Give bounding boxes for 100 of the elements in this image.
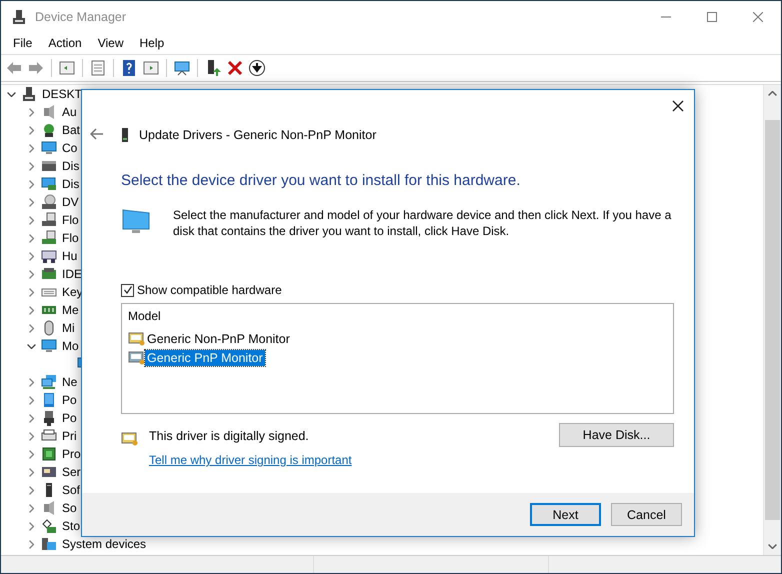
tree-item[interactable]: Sof — [62, 483, 80, 497]
chevron-right-icon[interactable] — [28, 162, 34, 170]
scrollbar[interactable] — [763, 85, 781, 555]
tree-item[interactable]: Mi — [62, 321, 75, 335]
tree-item[interactable]: Pri — [62, 429, 77, 443]
device-icon — [41, 266, 57, 282]
chevron-right-icon[interactable] — [28, 126, 34, 134]
menu-item[interactable]: Action — [40, 36, 90, 50]
tree-item[interactable]: Hu — [62, 249, 78, 263]
model-item[interactable]: Generic PnP Monitor — [145, 350, 265, 366]
chevron-right-icon[interactable] — [28, 216, 34, 224]
tree-item[interactable]: DV — [62, 195, 79, 209]
window-icon[interactable] — [142, 59, 160, 77]
device-icon — [41, 500, 57, 516]
menu-item[interactable]: File — [5, 36, 40, 50]
chevron-right-icon[interactable] — [28, 198, 34, 206]
chevron-right-icon[interactable] — [28, 252, 34, 260]
device-icon — [41, 374, 57, 390]
chevron-right-icon[interactable] — [28, 306, 34, 314]
device-icon — [41, 230, 57, 246]
tree-item[interactable]: Ne — [62, 375, 78, 389]
tree-item[interactable]: Po — [62, 411, 77, 425]
tree-item[interactable]: IDE — [62, 267, 82, 281]
chevron-down-icon[interactable] — [6, 92, 16, 96]
chevron-right-icon[interactable] — [28, 450, 34, 458]
chevron-right-icon[interactable] — [28, 522, 34, 530]
tree-item[interactable]: Dis — [62, 159, 80, 173]
model-item[interactable]: Generic Non-PnP Monitor — [145, 330, 292, 346]
menu-item[interactable]: Help — [132, 36, 172, 50]
tree-item[interactable]: DESKT — [42, 87, 82, 101]
signed-status-text: This driver is digitally signed. — [149, 429, 310, 445]
close-button[interactable] — [670, 98, 686, 114]
chevron-right-icon[interactable] — [28, 144, 34, 152]
properties-icon[interactable] — [89, 59, 107, 77]
monitor-scan-icon[interactable] — [173, 59, 191, 77]
driver-icon — [128, 332, 145, 346]
dialog-button[interactable]: Cancel — [611, 503, 682, 526]
close-icon[interactable] — [753, 12, 763, 22]
tree-item[interactable]: Bat — [62, 123, 80, 137]
window-icon[interactable] — [58, 59, 76, 77]
chevron-right-icon[interactable] — [28, 540, 34, 548]
forward-arrow-icon[interactable] — [27, 59, 45, 77]
chevron-right-icon[interactable] — [28, 414, 34, 422]
chevron-right-icon[interactable] — [28, 108, 34, 116]
help-icon[interactable] — [120, 59, 138, 77]
device-icon — [41, 536, 57, 552]
device-icon — [121, 128, 129, 142]
checkbox-label[interactable]: Show compatible hardware — [137, 283, 282, 297]
scroll-up-icon[interactable] — [768, 91, 777, 96]
chevron-right-icon[interactable] — [28, 486, 34, 494]
device-icon — [41, 140, 57, 156]
checkbox[interactable] — [121, 284, 134, 296]
tree-item[interactable]: Ser — [62, 465, 81, 479]
dialog-heading: Select the device driver you want to install for this hardware. — [121, 172, 522, 189]
tree-item[interactable]: Flo — [62, 231, 79, 245]
chevron-down-icon[interactable] — [26, 344, 36, 348]
chevron-right-icon[interactable] — [28, 288, 34, 296]
tree-item[interactable]: Au — [62, 105, 77, 119]
chevron-right-icon[interactable] — [28, 180, 34, 188]
back-button[interactable] — [90, 128, 104, 140]
chevron-right-icon[interactable] — [28, 432, 34, 440]
maximize-icon[interactable] — [707, 12, 717, 22]
device-icon — [41, 122, 57, 138]
chevron-right-icon[interactable] — [28, 396, 34, 404]
delete-icon[interactable] — [226, 59, 244, 77]
instructions-text: Select the manufacturer and model of your hardware device and then click Next. If you have a disk that contains the driver you want to install, click Have Disk. — [173, 207, 672, 239]
dialog-title: Update Drivers - Generic Non-PnP Monitor — [139, 128, 376, 142]
have-disk-button[interactable]: Have Disk... — [559, 423, 674, 447]
chevron-right-icon[interactable] — [28, 468, 34, 476]
tree-item[interactable]: Me — [62, 303, 79, 317]
minimize-icon[interactable] — [661, 16, 671, 18]
dialog-button[interactable]: Next — [530, 503, 601, 526]
signed-driver-icon — [121, 432, 138, 446]
device-icon — [41, 176, 57, 192]
app-icon — [11, 8, 27, 24]
tree-item[interactable]: So — [62, 501, 77, 515]
signing-info-link[interactable]: Tell me why driver signing is important — [149, 453, 352, 467]
tree-item[interactable]: Dis — [62, 177, 80, 191]
device-icon — [41, 158, 57, 174]
tree-item[interactable]: Sto — [62, 519, 80, 533]
device-icon — [41, 518, 57, 534]
tree-item[interactable]: Po — [62, 393, 77, 407]
device-icon — [41, 410, 57, 426]
device-icon — [21, 86, 37, 102]
tree-item[interactable]: Flo — [62, 213, 79, 227]
chevron-right-icon[interactable] — [28, 234, 34, 242]
chevron-right-icon[interactable] — [28, 378, 34, 386]
chevron-right-icon[interactable] — [28, 324, 34, 332]
tree-item[interactable]: Pro — [62, 447, 81, 461]
window-title: Device Manager — [35, 10, 128, 24]
download-icon[interactable] — [248, 59, 266, 77]
chevron-right-icon[interactable] — [28, 504, 34, 512]
tree-item[interactable]: Co — [62, 141, 78, 155]
tree-item[interactable]: Mo — [62, 339, 79, 353]
device-icon — [41, 104, 57, 120]
tree-item[interactable]: System devices — [62, 537, 146, 551]
device-icon — [41, 338, 57, 354]
chevron-right-icon[interactable] — [28, 270, 34, 278]
menu-item[interactable]: View — [90, 36, 132, 50]
scroll-down-icon[interactable] — [768, 544, 777, 549]
